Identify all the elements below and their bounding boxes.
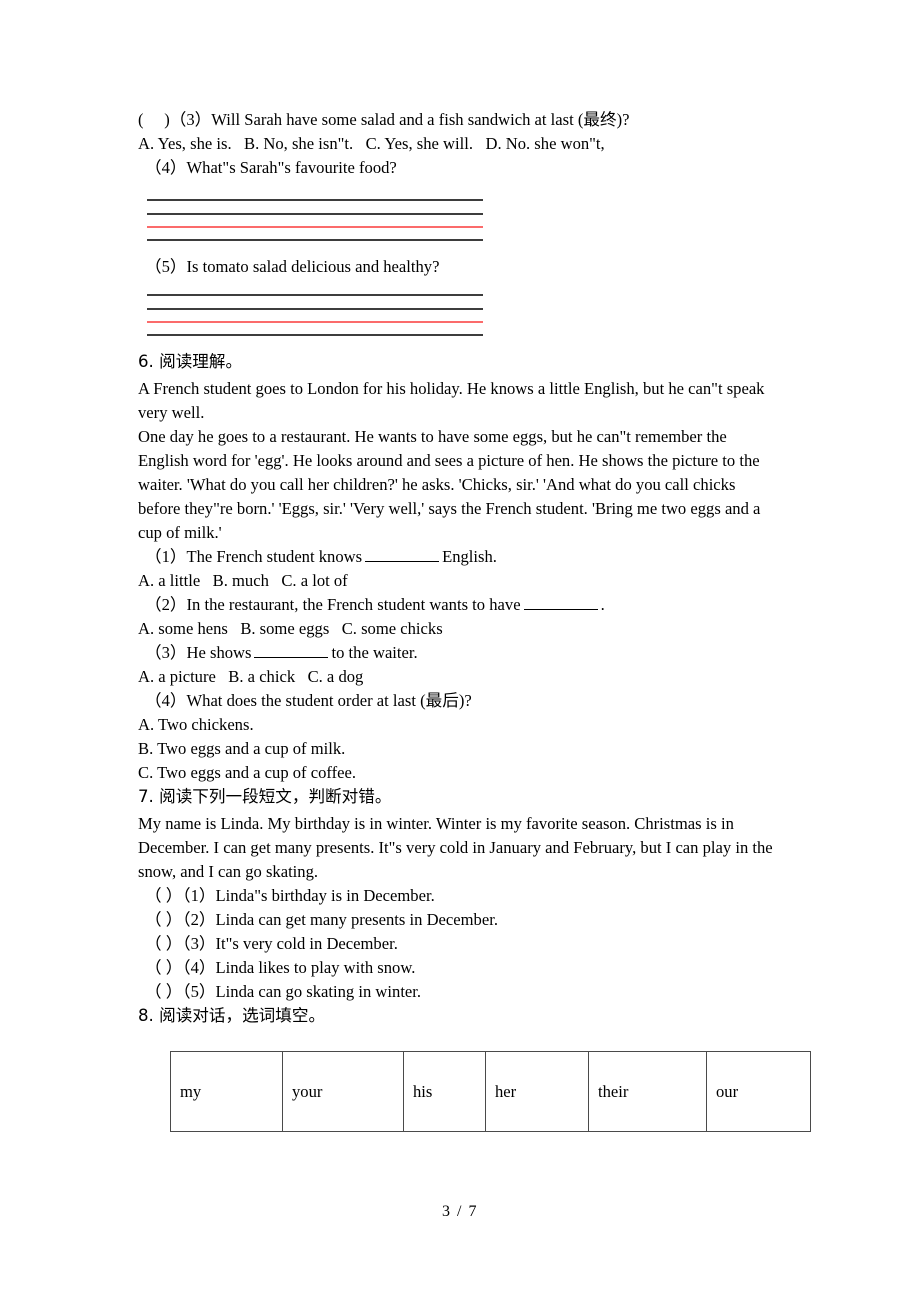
document-page: ( )（3）Will Sarah have some salad and a f…	[0, 0, 920, 1302]
q2-pre-text: （2）In the restaurant, the French student…	[145, 595, 521, 614]
q5-item3-bracket-number: ( )（3）	[138, 110, 212, 129]
section-6-heading: 6. 阅读理解。	[138, 352, 243, 371]
answer-rule-3-red	[147, 321, 483, 323]
answer-lines-q4[interactable]	[147, 199, 483, 249]
answer-lines-q5[interactable]	[147, 294, 483, 344]
q5-item3-text: Will Sarah have some salad and a fish sa…	[211, 110, 630, 129]
word-bank-table: my your his her their our	[170, 1051, 811, 1132]
word-bank-cell-your[interactable]: your	[282, 1051, 404, 1132]
section-6-question-4-option-b: B. Two eggs and a cup of milk.	[138, 739, 346, 758]
answer-rule-1	[147, 294, 483, 296]
section-6: 6. 阅读理解。 A French student goes to London…	[138, 350, 778, 1028]
word-bank-cell-my[interactable]: my	[170, 1051, 283, 1132]
section-7-heading: 7. 阅读下列一段短文，判断对错。	[138, 787, 392, 806]
section-6-question-3-options: A. a picture B. a chick C. a dog	[138, 667, 364, 686]
word-bank-cell-her[interactable]: her	[485, 1051, 589, 1132]
section-8-heading: 8. 阅读对话，选词填空。	[138, 1006, 326, 1025]
section-6-question-1: （1）The French student knows English.	[138, 545, 778, 569]
word-bank-cell-their[interactable]: their	[588, 1051, 707, 1132]
page-footer: 3 / 7	[442, 1203, 478, 1220]
section-7-statement-1[interactable]: （ ）（1）Linda"s birthday is in December.	[138, 884, 778, 908]
question-5-tail: ( )（3）Will Sarah have some salad and a f…	[138, 108, 778, 180]
section-6-passage-paragraph-1: A French student goes to London for his …	[138, 379, 765, 422]
word-bank-cell-our[interactable]: our	[706, 1051, 811, 1132]
q3-post-text: to the waiter.	[331, 643, 418, 662]
answer-rule-3-red	[147, 226, 483, 228]
q3-blank[interactable]	[254, 643, 329, 658]
q5-item4-text: （4）What"s Sarah"s favourite food?	[145, 158, 397, 177]
section-6-question-2-options: A. some hens B. some eggs C. some chicks	[138, 619, 443, 638]
section-6-question-4: （4）What does the student order at last (…	[145, 691, 472, 710]
section-6-question-4-option-c: C. Two eggs and a cup of coffee.	[138, 763, 357, 782]
q1-post-text: English.	[442, 547, 497, 566]
section-7-statement-5[interactable]: （ ）（5）Linda can go skating in winter.	[138, 980, 778, 1004]
q2-blank[interactable]	[523, 595, 598, 610]
section-7-statement-4[interactable]: （ ）（4）Linda likes to play with snow.	[138, 956, 778, 980]
section-6-question-1-options: A. a little B. much C. a lot of	[138, 571, 348, 590]
q5-item5-text: （5）Is tomato salad delicious and healthy…	[145, 257, 440, 276]
q3-pre-text: （3）He shows	[145, 643, 252, 662]
answer-rule-4	[147, 239, 483, 241]
answer-rule-2	[147, 213, 483, 215]
q5-item3-options: A. Yes, she is. B. No, she isn"t. C. Yes…	[138, 134, 605, 153]
q1-pre-text: （1）The French student knows	[145, 547, 363, 566]
q5-item5-block: （5）Is tomato salad delicious and healthy…	[138, 255, 778, 279]
answer-rule-2	[147, 308, 483, 310]
answer-rule-1	[147, 199, 483, 201]
q1-blank[interactable]	[365, 547, 440, 562]
q5-item3-line: ( )（3）Will Sarah have some salad and a f…	[138, 108, 778, 132]
section-7-passage: My name is Linda. My birthday is in wint…	[138, 814, 773, 881]
answer-rule-4	[147, 334, 483, 336]
table-row: my your his her their our	[170, 1051, 811, 1132]
q2-post-text: .	[600, 595, 605, 614]
section-6-question-4-option-a: A. Two chickens.	[138, 715, 254, 734]
section-7-statement-3[interactable]: （ ）（3）It"s very cold in December.	[138, 932, 778, 956]
section-6-question-2: （2）In the restaurant, the French student…	[138, 593, 778, 617]
section-6-question-3: （3）He shows to the waiter.	[138, 641, 778, 665]
word-bank-cell-his[interactable]: his	[403, 1051, 486, 1132]
section-6-passage-paragraph-2: One day he goes to a restaurant. He want…	[138, 427, 761, 542]
section-7-statement-2[interactable]: （ ）（2）Linda can get many presents in Dec…	[138, 908, 778, 932]
